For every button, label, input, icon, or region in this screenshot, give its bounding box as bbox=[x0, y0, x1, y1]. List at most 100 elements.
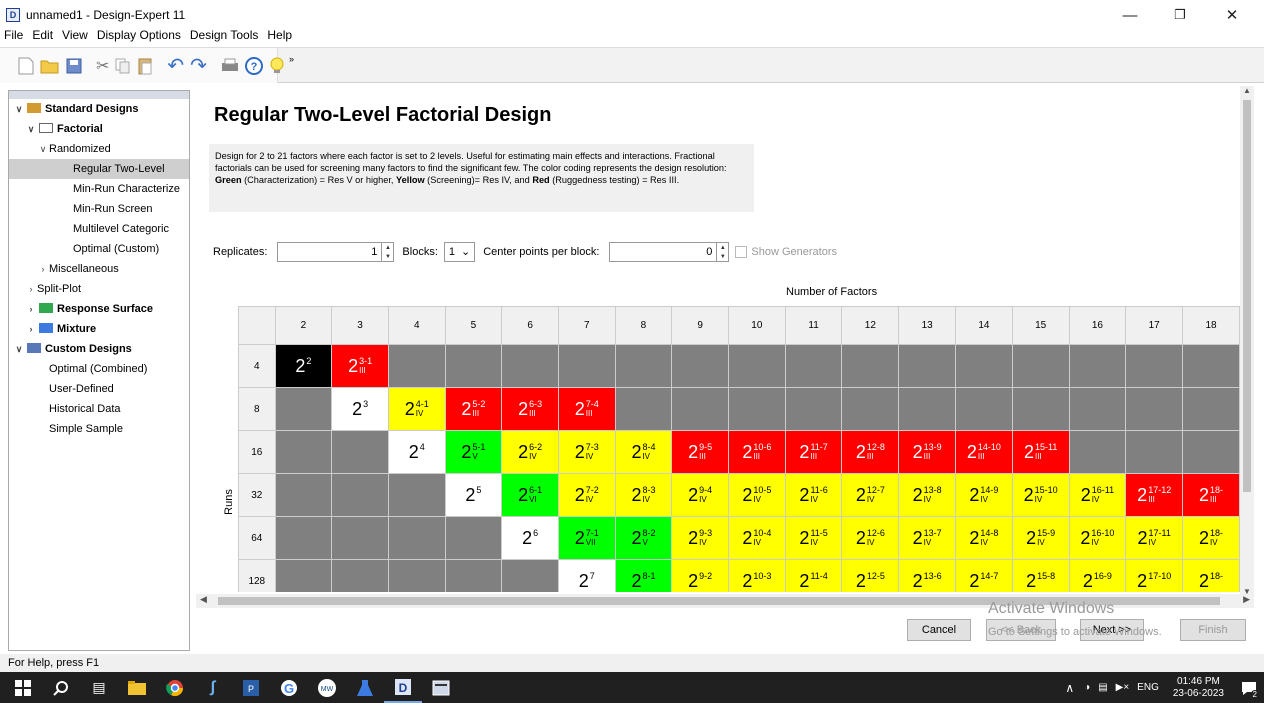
design-cell[interactable]: 2 9-2 bbox=[671, 559, 729, 592]
tree-item-min-run-characterize[interactable]: Min-Run Characterize bbox=[9, 179, 189, 199]
design-cell[interactable]: 2 10-4 IV bbox=[727, 516, 786, 560]
design-cell[interactable]: 2 11-6 IV bbox=[784, 473, 843, 517]
design-cell[interactable]: 2 13-7 IV bbox=[898, 516, 957, 560]
design-cell[interactable]: 2 11-5 IV bbox=[784, 516, 843, 560]
design-cell[interactable]: 2 8-4 IV bbox=[614, 430, 673, 474]
menu-edit[interactable]: Edit bbox=[28, 28, 58, 46]
design-cell[interactable]: 2 13-8 IV bbox=[898, 473, 957, 517]
design-cell[interactable]: 2 8-1 bbox=[614, 559, 673, 592]
design-cell[interactable]: 2 15-9 IV bbox=[1011, 516, 1070, 560]
finish-button[interactable]: Finish bbox=[1180, 619, 1246, 641]
design-cell[interactable]: 2 12-7 IV bbox=[841, 473, 900, 517]
design-cell[interactable]: 2 4-1 IV bbox=[387, 387, 446, 431]
google-icon[interactable]: G bbox=[270, 672, 308, 703]
tip-icon[interactable] bbox=[269, 54, 285, 78]
redo-icon[interactable]: ↷ bbox=[190, 54, 207, 78]
design-cell[interactable]: 2 18- III bbox=[1182, 473, 1240, 517]
undo-icon[interactable]: ↶ bbox=[167, 54, 184, 78]
design-cell[interactable]: 2 6-2 IV bbox=[501, 430, 559, 474]
help-icon[interactable]: ? bbox=[244, 54, 263, 78]
design-cell[interactable]: 2 15-11 III bbox=[1011, 430, 1070, 474]
design-cell[interactable]: 2 5-1 V bbox=[444, 430, 503, 474]
tree-item-miscellaneous[interactable]: › Miscellaneous bbox=[9, 259, 189, 279]
windows-start-icon[interactable] bbox=[4, 672, 42, 703]
design-cell[interactable]: 2 6-3 III bbox=[501, 387, 559, 431]
tree-item-regular-two-level[interactable]: Regular Two-Level bbox=[9, 159, 189, 179]
design-cell[interactable]: 2 15-10 IV bbox=[1011, 473, 1070, 517]
tree-item-optimal-combined[interactable]: Optimal (Combined) bbox=[9, 359, 189, 379]
design-cell[interactable]: 27 bbox=[557, 559, 616, 592]
tree-item-randomized[interactable]: ∨ Randomized bbox=[9, 139, 189, 159]
design-cell[interactable]: 2 14-9 IV bbox=[955, 473, 1013, 517]
design-cell[interactable]: 2 9-4 IV bbox=[671, 473, 729, 517]
design-cell[interactable]: 2 12-6 IV bbox=[841, 516, 900, 560]
open-icon[interactable] bbox=[40, 54, 60, 78]
app-pl-icon[interactable]: P bbox=[232, 672, 270, 703]
tree-item-factorial[interactable]: ∨ Factorial bbox=[9, 119, 189, 139]
design-cell[interactable]: 2 8-2 V bbox=[614, 516, 673, 560]
task-view-icon[interactable]: ▤ bbox=[80, 672, 118, 703]
cancel-button[interactable]: Cancel bbox=[907, 619, 971, 641]
tree-item-custom-designs[interactable]: ∨ Custom Designs bbox=[9, 339, 189, 359]
cut-icon[interactable]: ✂ bbox=[96, 54, 109, 78]
design-cell[interactable]: 2 16-10 IV bbox=[1068, 516, 1127, 560]
design-cell[interactable]: 2 7-4 III bbox=[557, 387, 616, 431]
search-icon[interactable] bbox=[42, 672, 80, 703]
design-cell[interactable]: 2 11-7 III bbox=[784, 430, 843, 474]
design-cell[interactable]: 2 7-3 IV bbox=[557, 430, 616, 474]
design-cell[interactable]: 2 17-11 IV bbox=[1125, 516, 1184, 560]
tree-item-mixture[interactable]: › Mixture bbox=[9, 319, 189, 339]
design-cell[interactable]: 2 18- bbox=[1182, 559, 1240, 592]
design-cell[interactable]: 2 13-9 III bbox=[898, 430, 957, 474]
clock[interactable]: 01:46 PM 23-06-2023 bbox=[1173, 676, 1224, 700]
minimize-button[interactable]: — bbox=[1110, 0, 1150, 30]
chrome-icon[interactable] bbox=[156, 672, 194, 703]
tree-item-split-plot[interactable]: › Split-Plot bbox=[9, 279, 189, 299]
design-expert-icon[interactable]: D bbox=[384, 672, 422, 703]
design-cell[interactable]: 2 14-7 bbox=[955, 559, 1013, 592]
design-cell[interactable]: 2 16-9 bbox=[1068, 559, 1127, 592]
design-cell[interactable]: 2 15-8 bbox=[1011, 559, 1070, 592]
menu-view[interactable]: View bbox=[58, 28, 93, 46]
design-cell[interactable]: 2 10-5 IV bbox=[727, 473, 786, 517]
tree-item-optimal-custom[interactable]: Optimal (Custom) bbox=[9, 239, 189, 259]
design-cell[interactable]: 2 10-3 bbox=[727, 559, 786, 592]
design-cell[interactable]: 26 bbox=[501, 516, 559, 560]
volume-icon[interactable]: ▶× bbox=[1116, 682, 1130, 693]
replicates-spinner[interactable]: ▲ ▼ bbox=[382, 242, 395, 262]
tree-item-user-defined[interactable]: User-Defined bbox=[9, 379, 189, 399]
design-cell[interactable]: 2 7-2 IV bbox=[557, 473, 616, 517]
app-window-icon[interactable] bbox=[422, 672, 460, 703]
design-cell[interactable]: 2 10-6 III bbox=[727, 430, 786, 474]
design-cell[interactable]: 2 6-1 VI bbox=[501, 473, 559, 517]
tree-item-historical-data[interactable]: Historical Data bbox=[9, 399, 189, 419]
tray-chevron-icon[interactable]: ∧ bbox=[1065, 681, 1074, 695]
design-cell[interactable]: 2 7-1 VII bbox=[557, 516, 616, 560]
tree-item-multilevel-categoric[interactable]: Multilevel Categoric bbox=[9, 219, 189, 239]
menu-design-tools[interactable]: Design Tools bbox=[186, 28, 263, 46]
design-cell[interactable]: 2 12-8 III bbox=[841, 430, 900, 474]
toolbar-overflow-icon[interactable]: » bbox=[289, 54, 294, 64]
design-cell[interactable]: 2 12-5 bbox=[841, 559, 900, 592]
center-points-input[interactable]: 0 bbox=[609, 242, 718, 262]
menu-help[interactable]: Help bbox=[263, 28, 297, 46]
design-cell[interactable]: 2 8-3 IV bbox=[614, 473, 673, 517]
design-cell[interactable]: 24 bbox=[387, 430, 446, 474]
design-cell[interactable]: 22 bbox=[274, 344, 333, 388]
design-cell[interactable]: 2 11-4 bbox=[784, 559, 843, 592]
design-cell[interactable]: 2 16-11 IV bbox=[1068, 473, 1127, 517]
language-indicator[interactable]: ENG bbox=[1137, 682, 1159, 693]
design-cell[interactable]: 2 14-8 IV bbox=[955, 516, 1013, 560]
blocks-select[interactable]: 1 ⌄ bbox=[443, 242, 476, 262]
tray-app-icon[interactable]: ◑ bbox=[1084, 682, 1090, 693]
paste-icon[interactable] bbox=[137, 54, 153, 78]
app-mw-icon[interactable]: MW bbox=[308, 672, 346, 703]
copy-icon[interactable] bbox=[115, 54, 131, 78]
center-points-spinner[interactable]: ▲ ▼ bbox=[717, 242, 730, 262]
design-cell[interactable]: 2 14-10 III bbox=[955, 430, 1013, 474]
network-icon[interactable]: ▤ bbox=[1098, 682, 1107, 693]
menu-file[interactable]: File bbox=[0, 28, 28, 46]
maximize-button[interactable]: ❐ bbox=[1160, 0, 1200, 30]
flask-icon[interactable] bbox=[346, 672, 384, 703]
design-cell[interactable]: 25 bbox=[444, 473, 503, 517]
